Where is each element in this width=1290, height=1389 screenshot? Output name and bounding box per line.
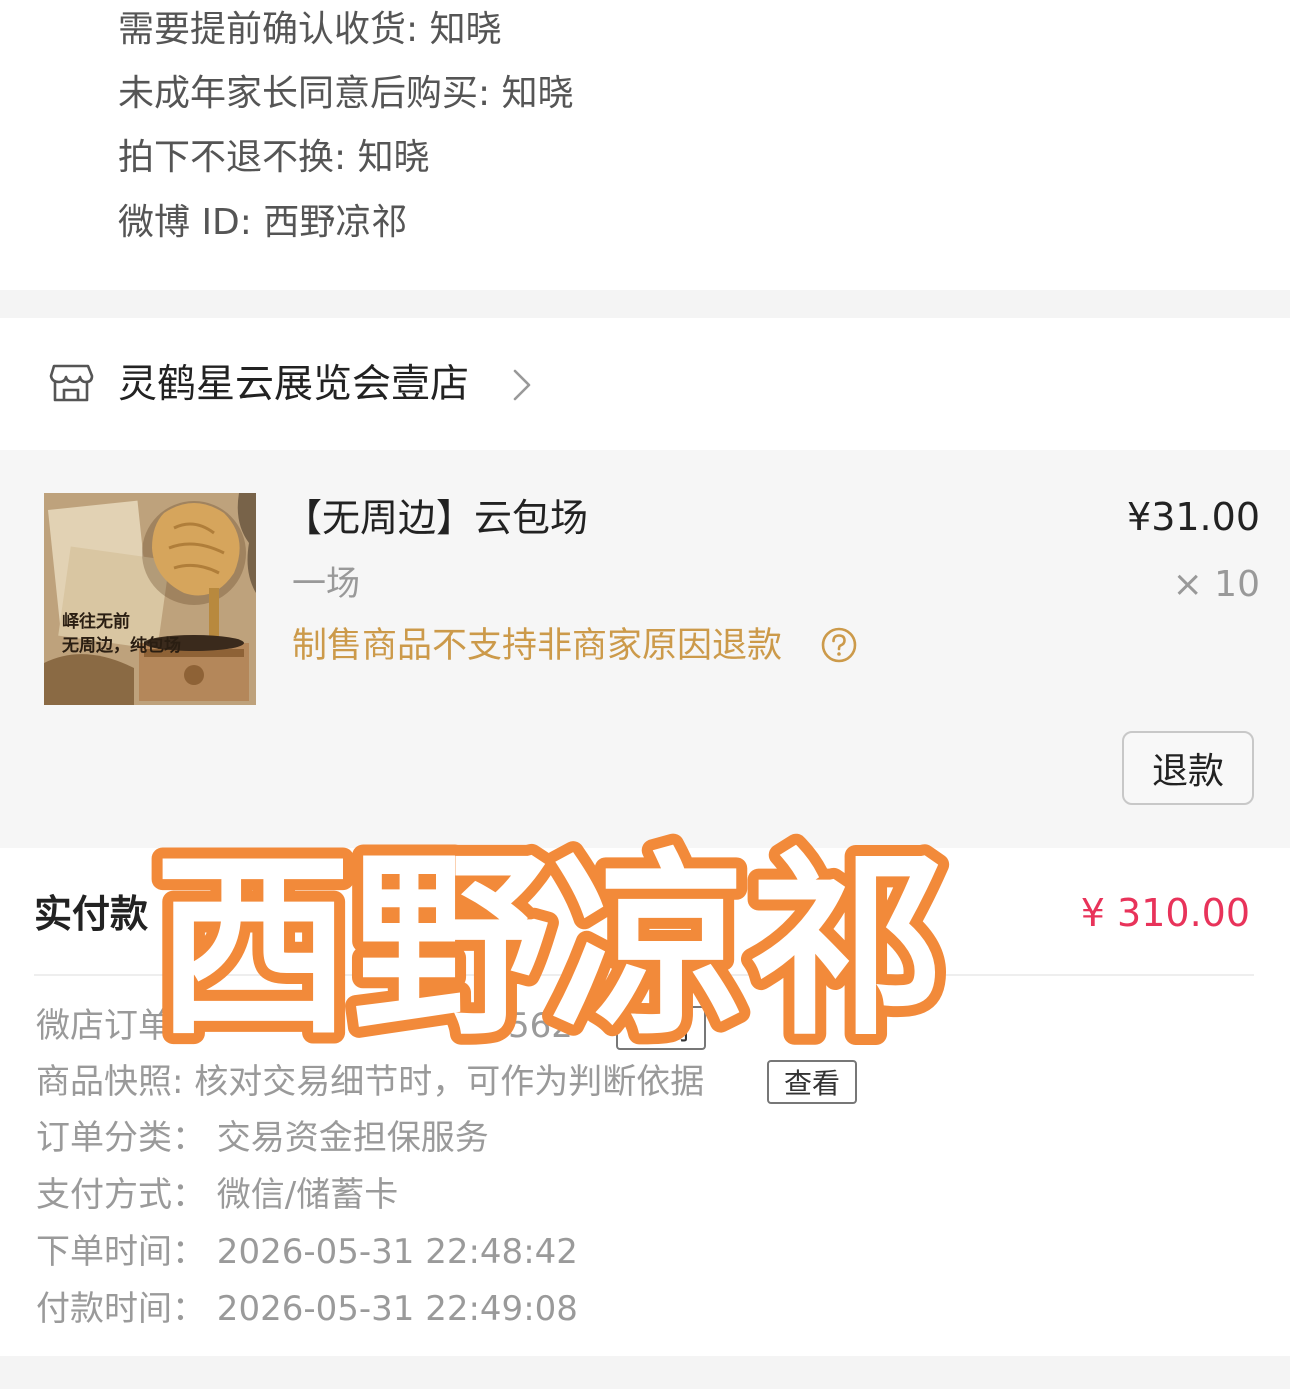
quantity: × 10	[1172, 564, 1260, 605]
unit-price: ¥31.00	[1127, 495, 1260, 539]
copy-order-button[interactable]: 复制	[616, 1006, 706, 1050]
refund-policy-notice: 制售商品不支持非商家原因退款	[292, 626, 783, 666]
payment-time: 付款时间： 2026-05-31 22:49:08	[36, 1289, 578, 1329]
remark-confirm-receipt: 需要提前确认收货: 知晓	[118, 9, 502, 50]
payment-details: 实付款 ¥ 310.00 微店订单 562 复制 商品快照: 核对交易细节时，可…	[0, 848, 1290, 1356]
thumbnail-caption-line1: 峄往无前	[62, 612, 130, 632]
shop-name: 灵鹤星云展览会壹店	[118, 362, 470, 407]
order-type: 订单分类： 交易资金担保服务	[36, 1118, 489, 1158]
view-snapshot-button[interactable]: 查看	[767, 1060, 857, 1104]
section-gap-bottom	[0, 1356, 1290, 1389]
refund-button[interactable]: 退款	[1122, 731, 1254, 805]
order-number-value: 562	[508, 1006, 573, 1046]
shop-header[interactable]: 灵鹤星云展览会壹店	[0, 318, 1290, 450]
order-remarks-section: 需要提前确认收货: 知晓 未成年家长同意后购买: 知晓 拍下不退不换: 知晓 微…	[0, 0, 1290, 290]
section-gap	[0, 290, 1290, 318]
chevron-right-icon	[513, 369, 531, 401]
paid-label: 实付款	[34, 892, 149, 936]
product-item: 峄往无前 无周边，纯包场 【无周边】云包场 一场 制售商品不支持非商家原因退款 …	[0, 450, 1290, 848]
product-thumbnail[interactable]: 峄往无前 无周边，纯包场	[44, 493, 256, 705]
question-circle-icon[interactable]	[820, 626, 858, 664]
remark-no-return: 拍下不退不换: 知晓	[118, 137, 430, 178]
order-time: 下单时间： 2026-05-31 22:48:42	[36, 1232, 578, 1272]
paid-amount: ¥ 310.00	[1080, 891, 1250, 935]
thumbnail-caption-line2: 无周边，纯包场	[62, 636, 181, 656]
product-spec: 一场	[292, 564, 360, 604]
remark-weibo-id: 微博 ID: 西野凉祁	[118, 202, 408, 243]
remark-guardian-consent: 未成年家长同意后购买: 知晓	[118, 73, 574, 114]
product-title[interactable]: 【无周边】云包场	[284, 494, 588, 542]
snapshot-line: 商品快照: 核对交易细节时，可作为判断依据	[36, 1062, 705, 1102]
order-number-label: 微店订单	[36, 1006, 172, 1046]
gramophone-image	[44, 493, 256, 705]
shop-icon	[49, 364, 94, 402]
divider	[34, 974, 1254, 976]
payment-method: 支付方式： 微信/储蓄卡	[36, 1175, 399, 1215]
